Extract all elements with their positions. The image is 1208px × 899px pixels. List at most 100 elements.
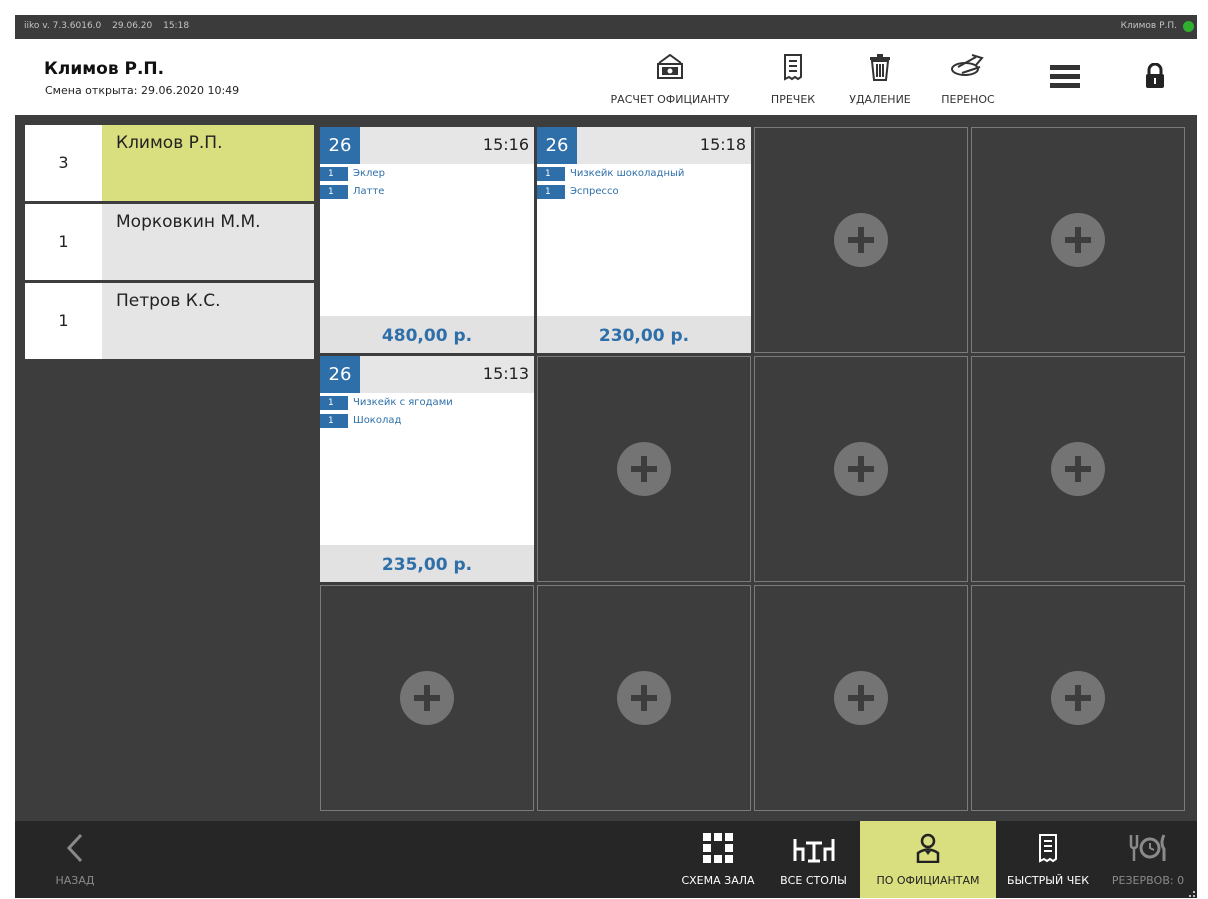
order-items: 1 Чизкейк с ягодами 1 Шоколад xyxy=(320,396,534,432)
precheck-label: ПРЕЧЕК xyxy=(770,93,816,106)
order-card[interactable]: 26 15:16 1 Эклер 1 Латте 480,00 р. xyxy=(320,127,534,353)
order-items: 1 Эклер 1 Латте xyxy=(320,167,534,203)
status-user: Климов Р.П. xyxy=(1120,21,1177,31)
trash-icon xyxy=(868,53,892,85)
order-time: 15:13 xyxy=(482,364,529,383)
order-time: 15:18 xyxy=(699,135,746,154)
order-item: 1 Чизкейк с ягодами xyxy=(320,396,534,412)
waiter-name: Морковкин М.М. xyxy=(102,204,314,280)
reservations-label: РЕЗЕРВОВ: 0 xyxy=(1111,874,1185,887)
item-quantity: 1 xyxy=(320,414,348,428)
order-header: 26 15:16 xyxy=(320,127,534,164)
transfer-icon xyxy=(950,53,986,85)
new-order-slot[interactable] xyxy=(537,585,751,811)
plus-icon xyxy=(1051,442,1105,496)
item-quantity: 1 xyxy=(320,396,348,410)
back-button[interactable]: НАЗАД xyxy=(35,821,115,898)
order-item: 1 Эклер xyxy=(320,167,534,183)
new-order-slot[interactable] xyxy=(754,585,968,811)
waiter-item[interactable]: 1 Морковкин М.М. xyxy=(25,204,314,280)
tables-icon xyxy=(793,833,835,867)
table-number: 26 xyxy=(537,127,577,164)
order-total: 230,00 р. xyxy=(537,316,751,353)
plus-icon xyxy=(1051,213,1105,267)
receipt-icon xyxy=(783,53,803,85)
grid-icon xyxy=(703,833,733,867)
waiter-icon xyxy=(916,833,940,867)
waiter-name: Петров К.С. xyxy=(102,283,314,359)
waiter-name: Климов Р.П. xyxy=(102,125,314,201)
precheck-button[interactable]: ПРЕЧЕК xyxy=(760,39,826,115)
new-order-slot[interactable] xyxy=(537,356,751,582)
item-name: Шоколад xyxy=(353,415,402,426)
by-waiters-label: ПО ОФИЦИАНТАМ xyxy=(876,874,980,887)
order-item: 1 Шоколад xyxy=(320,414,534,430)
plus-icon xyxy=(834,213,888,267)
plus-icon xyxy=(617,442,671,496)
order-total: 480,00 р. xyxy=(320,316,534,353)
transfer-button[interactable]: ПЕРЕНОС xyxy=(930,39,1006,115)
user-name: Климов Р.П. xyxy=(44,59,165,79)
table-number: 26 xyxy=(320,127,360,164)
status-time: 15:18 xyxy=(163,21,190,31)
waiter-list: 3 Климов Р.П. 1 Морковкин М.М. 1 Петров … xyxy=(25,125,314,362)
plus-icon xyxy=(834,671,888,725)
hall-scheme-button[interactable]: СХЕМА ЗАЛА xyxy=(672,821,764,898)
item-quantity: 1 xyxy=(320,185,348,199)
status-bar: iiko v. 7.3.6016.0 29.06.20 15:18 Климов… xyxy=(15,15,1197,39)
online-indicator xyxy=(1183,21,1194,32)
order-card[interactable]: 26 15:13 1 Чизкейк с ягодами 1 Шоколад 2… xyxy=(320,356,534,582)
item-name: Чизкейк с ягодами xyxy=(353,397,453,408)
bottom-bar: НАЗАД СХЕМА ЗАЛА ВСЕ СТОЛЫ ПО ОФИЦИАНТАМ… xyxy=(15,821,1197,898)
waiter-item[interactable]: 1 Петров К.С. xyxy=(25,283,314,359)
shift-info: Смена открыта: 29.06.2020 10:49 xyxy=(45,84,240,97)
resize-grip-icon[interactable] xyxy=(1185,886,1195,897)
hamburger-menu-icon xyxy=(1050,65,1080,93)
reservation-icon xyxy=(1128,833,1168,867)
app-window: iiko v. 7.3.6016.0 29.06.20 15:18 Климов… xyxy=(15,15,1197,898)
quick-check-button[interactable]: БЫСТРЫЙ ЧЕК xyxy=(999,821,1097,898)
money-register-icon xyxy=(655,53,685,85)
back-label: НАЗАД xyxy=(55,874,95,887)
item-name: Эспрессо xyxy=(570,186,619,197)
waiter-order-count: 3 xyxy=(25,125,102,201)
item-quantity: 1 xyxy=(320,167,348,181)
table-number: 26 xyxy=(320,356,360,393)
all-tables-button[interactable]: ВСЕ СТОЛЫ xyxy=(770,821,857,898)
new-order-slot[interactable] xyxy=(971,356,1185,582)
status-date: 29.06.20 xyxy=(112,21,153,31)
order-header: 26 15:13 xyxy=(320,356,534,393)
lock-button[interactable] xyxy=(1130,39,1180,115)
pay-waiter-label: РАСЧЕТ ОФИЦИАНТУ xyxy=(610,93,730,106)
menu-button[interactable] xyxy=(1040,39,1090,115)
transfer-label: ПЕРЕНОС xyxy=(941,93,995,106)
order-total: 235,00 р. xyxy=(320,545,534,582)
order-time: 15:16 xyxy=(482,135,529,154)
item-name: Эклер xyxy=(353,168,385,179)
by-waiters-button[interactable]: ПО ОФИЦИАНТАМ xyxy=(860,821,996,898)
order-item: 1 Чизкейк шоколадный xyxy=(537,167,751,183)
new-order-slot[interactable] xyxy=(971,127,1185,353)
plus-icon xyxy=(617,671,671,725)
quick-check-label: БЫСТРЫЙ ЧЕК xyxy=(1006,874,1090,887)
new-order-slot[interactable] xyxy=(320,585,534,811)
delete-button[interactable]: УДАЛЕНИЕ xyxy=(837,39,923,115)
lock-icon xyxy=(1145,62,1165,93)
new-order-slot[interactable] xyxy=(971,585,1185,811)
receipt-icon xyxy=(1038,833,1058,867)
new-order-slot[interactable] xyxy=(754,127,968,353)
waiter-item[interactable]: 3 Климов Р.П. xyxy=(25,125,314,201)
all-tables-label: ВСЕ СТОЛЫ xyxy=(780,874,847,887)
pay-waiter-button[interactable]: РАСЧЕТ ОФИЦИАНТУ xyxy=(600,39,740,115)
order-card[interactable]: 26 15:18 1 Чизкейк шоколадный 1 Эспрессо… xyxy=(537,127,751,353)
delete-label: УДАЛЕНИЕ xyxy=(849,93,911,106)
hall-scheme-label: СХЕМА ЗАЛА xyxy=(681,874,755,887)
reservations-button[interactable]: РЕЗЕРВОВ: 0 xyxy=(1103,821,1193,898)
plus-icon xyxy=(1051,671,1105,725)
item-name: Чизкейк шоколадный xyxy=(570,168,685,179)
item-name: Латте xyxy=(353,186,385,197)
waiter-order-count: 1 xyxy=(25,283,102,359)
new-order-slot[interactable] xyxy=(754,356,968,582)
order-item: 1 Латте xyxy=(320,185,534,201)
item-quantity: 1 xyxy=(537,167,565,181)
